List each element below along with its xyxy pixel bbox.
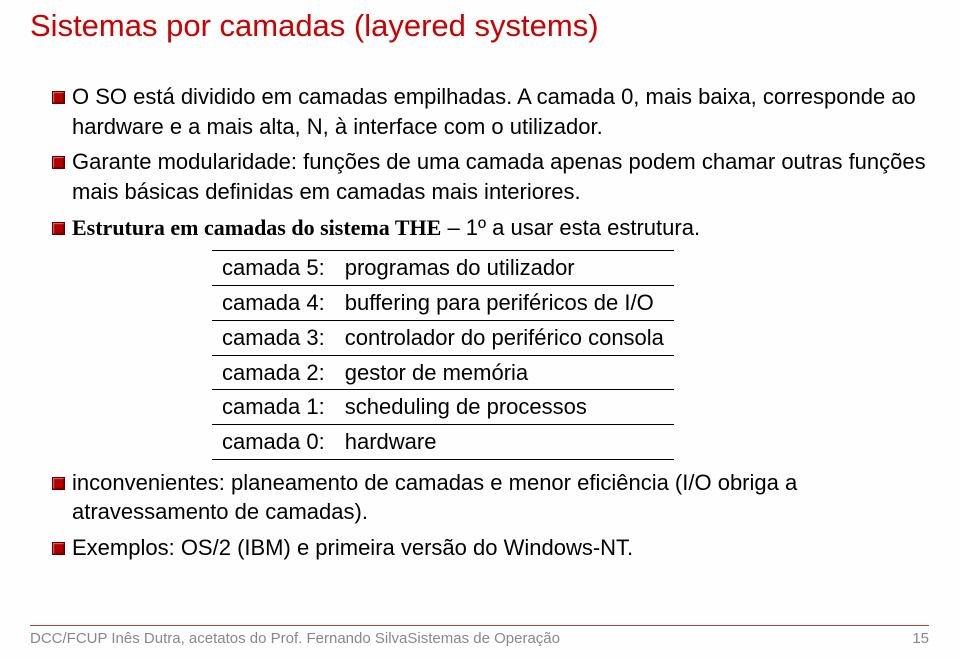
table-cell: camada 3: <box>212 320 335 355</box>
table-row: camada 1:scheduling de processos <box>212 390 674 425</box>
table-row: camada 3:controlador do periférico conso… <box>212 320 674 355</box>
table-cell: camada 1: <box>212 390 335 425</box>
bullet-item: Exemplos: OS/2 (IBM) e primeira versão d… <box>52 533 929 563</box>
page-number: 15 <box>912 630 929 647</box>
layers-table: camada 5:programas do utilizador camada … <box>212 250 674 459</box>
table-cell: camada 0: <box>212 424 335 459</box>
table-cell: camada 4: <box>212 286 335 321</box>
bullet-rest: – 1º a usar esta estrutura. <box>441 215 700 240</box>
table-row: camada 5:programas do utilizador <box>212 251 674 286</box>
slide-footer: DCC/FCUP Inês Dutra, acetatos do Prof. F… <box>30 625 929 647</box>
table-cell: camada 2: <box>212 355 335 390</box>
table-cell: programas do utilizador <box>335 251 674 286</box>
table-row: camada 4:buffering para periféricos de I… <box>212 286 674 321</box>
table-cell: controlador do periférico consola <box>335 320 674 355</box>
bullet-list: O SO está dividido em camadas empilhadas… <box>30 82 929 563</box>
bullet-item: Garante modularidade: funções de uma cam… <box>52 147 929 206</box>
bullet-emphasis: Estrutura em camadas do sistema THE <box>72 215 441 240</box>
table-cell: scheduling de processos <box>335 390 674 425</box>
table-row: camada 2:gestor de memória <box>212 355 674 390</box>
bullet-item: inconvenientes: planeamento de camadas e… <box>52 468 929 527</box>
bullet-item: Estrutura em camadas do sistema THE – 1º… <box>52 213 929 460</box>
table-cell: camada 5: <box>212 251 335 286</box>
footer-left: DCC/FCUP Inês Dutra, acetatos do Prof. F… <box>30 630 560 647</box>
table-cell: hardware <box>335 424 674 459</box>
table-row: camada 0:hardware <box>212 424 674 459</box>
slide-title: Sistemas por camadas (layered systems) <box>30 8 929 44</box>
table-cell: gestor de memória <box>335 355 674 390</box>
bullet-item: O SO está dividido em camadas empilhadas… <box>52 82 929 141</box>
table-cell: buffering para periféricos de I/O <box>335 286 674 321</box>
